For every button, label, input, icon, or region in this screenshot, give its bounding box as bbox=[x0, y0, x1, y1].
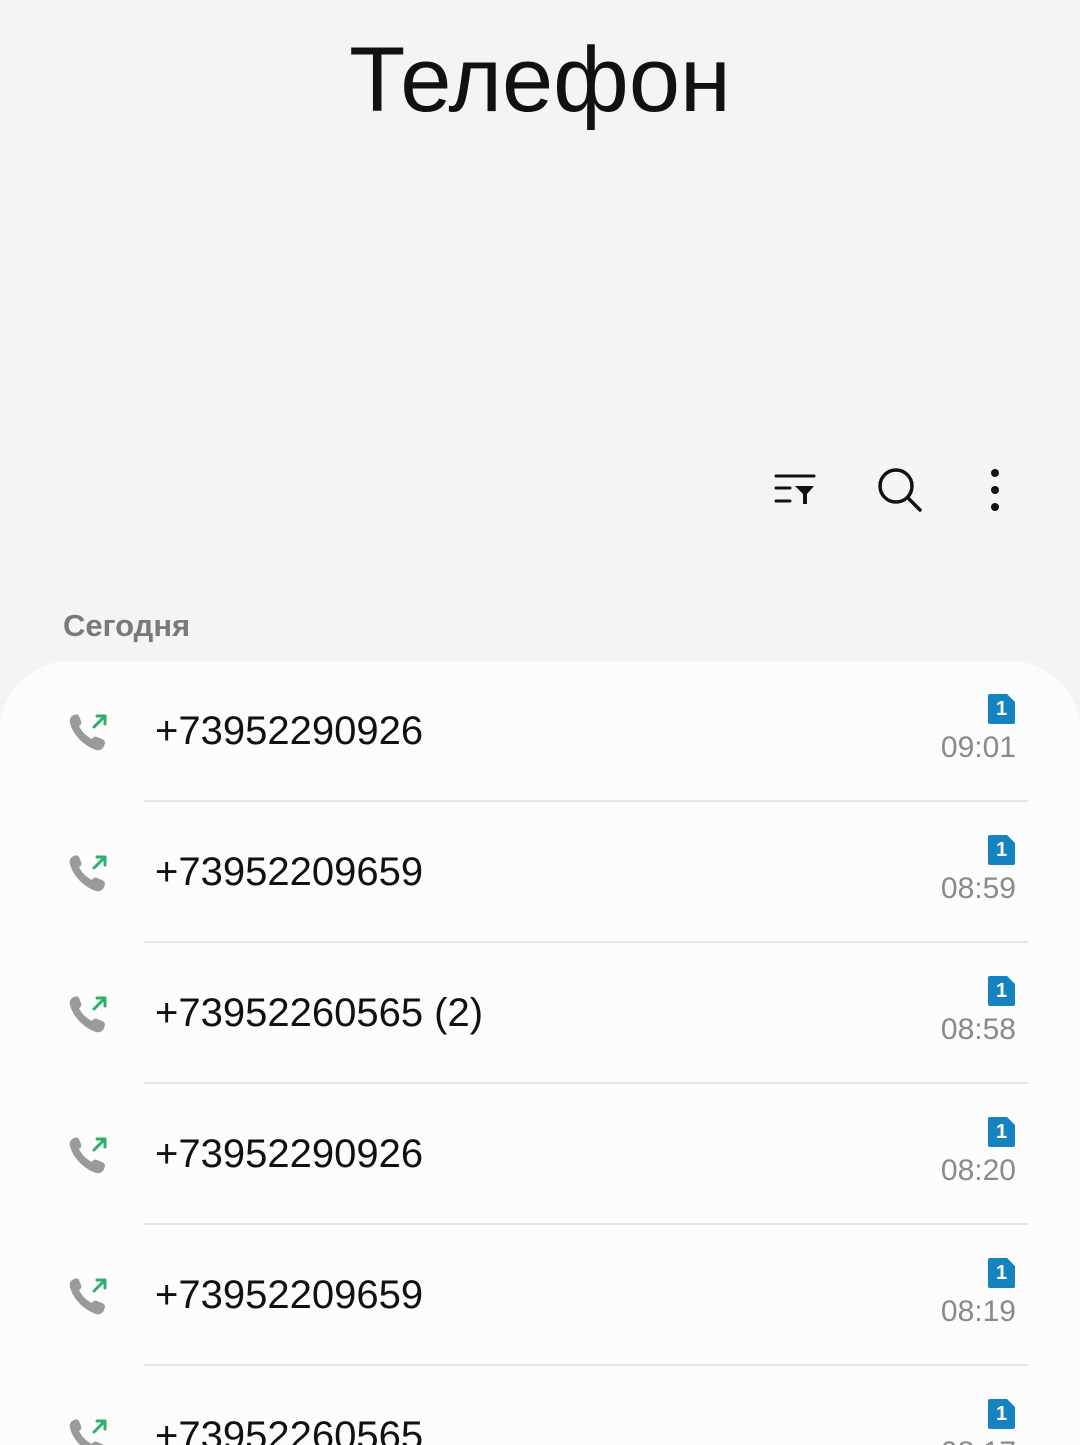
call-log-item[interactable]: +73952290926 1 08:20 bbox=[0, 1084, 1080, 1225]
sim-number: 1 bbox=[995, 839, 1008, 861]
sim1-icon: 1 bbox=[988, 694, 1015, 724]
phone-number: +73952260565 bbox=[155, 1414, 424, 1445]
call-log-item[interactable]: +73952260565 1 08:17 bbox=[0, 1366, 1080, 1445]
toolbar bbox=[760, 460, 1040, 520]
outgoing-call-icon bbox=[69, 1278, 107, 1315]
more-vertical-icon bbox=[991, 469, 999, 511]
outgoing-call-icon bbox=[69, 714, 107, 751]
outgoing-call-icon bbox=[69, 1137, 107, 1174]
search-button[interactable] bbox=[870, 460, 930, 520]
phone-app-screen: Телефон Сегодня +73952290926 1 09:01 +73… bbox=[0, 0, 1080, 1445]
call-time: 08:17 bbox=[941, 1436, 1016, 1445]
phone-number: +73952290926 bbox=[155, 709, 424, 753]
section-header-today: Сегодня bbox=[63, 608, 191, 643]
call-time: 09:01 bbox=[940, 731, 1016, 764]
sim-number: 1 bbox=[995, 1262, 1008, 1284]
sim1-icon: 1 bbox=[988, 835, 1015, 865]
filter-button[interactable] bbox=[765, 460, 825, 520]
call-log-list: +73952290926 1 09:01 +73952209659 1 08:5… bbox=[0, 661, 1080, 1445]
phone-number: +73952209659 bbox=[155, 850, 424, 894]
phone-number: +73952260565 (2) bbox=[155, 991, 484, 1035]
call-log-item[interactable]: +73952209659 1 08:59 bbox=[0, 802, 1080, 943]
sim1-icon: 1 bbox=[988, 1258, 1015, 1288]
filter-list-icon bbox=[774, 474, 816, 504]
outgoing-call-icon bbox=[69, 996, 107, 1033]
sim1-icon: 1 bbox=[988, 1399, 1015, 1429]
sim-number: 1 bbox=[995, 1403, 1008, 1425]
call-time: 08:20 bbox=[940, 1154, 1016, 1187]
outgoing-call-icon bbox=[69, 855, 107, 892]
sim1-icon: 1 bbox=[988, 1117, 1015, 1147]
call-time: 08:59 bbox=[940, 872, 1016, 905]
call-time: 08:19 bbox=[940, 1295, 1016, 1328]
sim1-icon: 1 bbox=[988, 976, 1015, 1006]
page-title: Телефон bbox=[349, 29, 731, 131]
call-log-item[interactable]: +73952209659 1 08:19 bbox=[0, 1225, 1080, 1366]
sim-number: 1 bbox=[995, 1121, 1008, 1143]
phone-number: +73952290926 bbox=[155, 1132, 424, 1176]
call-log-item[interactable]: +73952290926 1 09:01 bbox=[0, 661, 1080, 802]
sim-number: 1 bbox=[995, 698, 1008, 720]
sim-number: 1 bbox=[995, 980, 1008, 1002]
call-time: 08:58 bbox=[940, 1013, 1016, 1046]
phone-number: +73952209659 bbox=[155, 1273, 424, 1317]
search-icon bbox=[878, 468, 922, 512]
more-options-button[interactable] bbox=[965, 460, 1025, 520]
call-log-item[interactable]: +73952260565 (2) 1 08:58 bbox=[0, 943, 1080, 1084]
outgoing-call-icon bbox=[69, 1419, 107, 1445]
